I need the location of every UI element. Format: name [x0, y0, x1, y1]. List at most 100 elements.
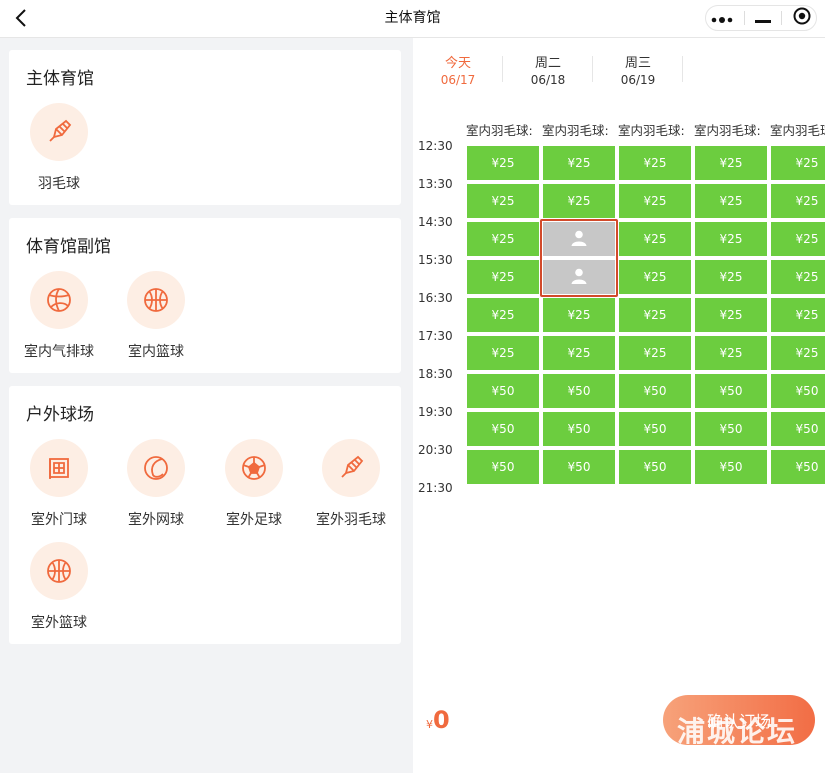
slot-available[interactable]: ¥25 — [619, 336, 691, 370]
slot-available[interactable]: ¥25 — [467, 260, 539, 294]
sport-label: 室外篮球 — [31, 615, 87, 631]
slot-available[interactable]: ¥50 — [695, 412, 767, 446]
day-week-label: 周三 — [624, 56, 651, 71]
slot-available[interactable]: ¥50 — [467, 412, 539, 446]
day-date-label: 06/19 — [620, 73, 656, 87]
person-icon — [570, 229, 588, 250]
slot-available[interactable]: ¥25 — [467, 184, 539, 218]
slot-available[interactable]: ¥50 — [771, 374, 825, 408]
slot-booked — [543, 222, 615, 256]
slot-available[interactable]: ¥25 — [619, 260, 691, 294]
venue-card-annex: 体育馆副馆 室内气排球 室内篮球 — [9, 218, 401, 373]
court-header: 室内羽毛球: — [618, 123, 685, 136]
sport-item-volleyball[interactable]: 室内气排球 — [11, 271, 107, 361]
basketball-icon — [127, 271, 185, 329]
slot-available[interactable]: ¥25 — [771, 336, 825, 370]
slot-available[interactable]: ¥25 — [771, 222, 825, 256]
time-label: 20:30 — [418, 443, 453, 457]
tab-day-1[interactable]: 周二 06/18 — [503, 52, 593, 87]
sport-item-basketball[interactable]: 室内篮球 — [108, 271, 204, 361]
slot-available[interactable]: ¥25 — [543, 336, 615, 370]
sport-item-outdoor-badminton[interactable]: 室外羽毛球 — [303, 439, 399, 529]
capsule-divider — [743, 11, 745, 25]
time-label: 13:30 — [418, 177, 453, 191]
slot-available[interactable]: ¥25 — [543, 146, 615, 180]
venue-title: 户外球场 — [26, 405, 94, 425]
slot-available[interactable]: ¥25 — [543, 184, 615, 218]
total-amount: 0 — [433, 706, 450, 734]
top-nav-bar: 主体育馆 — [0, 0, 825, 38]
time-label: 15:30 — [418, 253, 453, 267]
court-header: 室内羽毛球: — [542, 123, 609, 136]
badminton-icon — [322, 439, 380, 497]
court-header: 室内羽毛球: — [694, 123, 761, 136]
slot-available[interactable]: ¥25 — [771, 298, 825, 332]
slot-available[interactable]: ¥50 — [467, 374, 539, 408]
badminton-icon — [30, 103, 88, 161]
slot-available[interactable]: ¥50 — [695, 450, 767, 484]
sport-label: 室外门球 — [31, 512, 87, 528]
volleyball-icon — [30, 271, 88, 329]
slot-available[interactable]: ¥50 — [695, 374, 767, 408]
slot-available[interactable]: ¥50 — [467, 450, 539, 484]
time-label: 16:30 — [418, 291, 453, 305]
mini-program-capsule — [705, 5, 817, 31]
basketball-icon — [30, 542, 88, 600]
slot-available[interactable]: ¥25 — [695, 336, 767, 370]
sport-item-football[interactable]: 室外足球 — [206, 439, 302, 529]
slot-available[interactable]: ¥25 — [771, 260, 825, 294]
minimize-icon[interactable] — [754, 9, 771, 28]
time-label: 17:30 — [418, 329, 453, 343]
slot-available[interactable]: ¥25 — [619, 222, 691, 256]
sport-item-gateball[interactable]: 室外门球 — [11, 439, 107, 529]
time-label: 12:30 — [418, 139, 453, 153]
time-label: 18:30 — [418, 367, 453, 381]
slot-available[interactable]: ¥25 — [695, 222, 767, 256]
slot-available[interactable]: ¥25 — [619, 298, 691, 332]
sport-label: 室内篮球 — [128, 344, 184, 360]
slot-available[interactable]: ¥50 — [619, 450, 691, 484]
slot-available[interactable]: ¥25 — [695, 184, 767, 218]
venue-card-main: 主体育馆 羽毛球 — [9, 50, 401, 205]
slot-available[interactable]: ¥50 — [771, 412, 825, 446]
slot-available[interactable]: ¥50 — [543, 450, 615, 484]
slot-available[interactable]: ¥50 — [619, 412, 691, 446]
slot-available[interactable]: ¥25 — [467, 146, 539, 180]
day-week-label: 今天 — [444, 56, 471, 71]
slot-available[interactable]: ¥25 — [467, 298, 539, 332]
slot-available[interactable]: ¥25 — [771, 184, 825, 218]
football-icon — [225, 439, 283, 497]
tab-day-2[interactable]: 周三 06/19 — [593, 52, 683, 87]
slot-available[interactable]: ¥50 — [619, 374, 691, 408]
slot-available[interactable]: ¥50 — [771, 450, 825, 484]
slot-available[interactable]: ¥25 — [619, 184, 691, 218]
sport-item-badminton[interactable]: 羽毛球 — [11, 103, 107, 193]
court-header: 室内羽毛球 — [770, 123, 825, 136]
slot-available[interactable]: ¥25 — [695, 298, 767, 332]
slot-available[interactable]: ¥50 — [543, 374, 615, 408]
time-label: 21:30 — [418, 481, 453, 495]
venue-card-outdoor: 户外球场 室外门球 室外网球 室外足球 室外羽毛球 室外篮球 — [9, 386, 401, 644]
court-header-row: 室内羽毛球: 室内羽毛球: 室内羽毛球: 室内羽毛球: 室内羽毛球 — [466, 120, 825, 136]
date-tabs: 今天 06/17 周二 06/18 周三 06/19 — [413, 38, 825, 108]
day-date-label: 06/17 — [440, 73, 476, 87]
slot-available[interactable]: ¥50 — [543, 412, 615, 446]
day-date-label: 06/18 — [530, 73, 566, 87]
tab-day-0[interactable]: 今天 06/17 — [413, 52, 503, 87]
more-dots-icon[interactable] — [711, 9, 733, 28]
target-close-icon[interactable] — [793, 7, 811, 29]
slot-available[interactable]: ¥25 — [771, 146, 825, 180]
sport-item-tennis[interactable]: 室外网球 — [108, 439, 204, 529]
slot-available[interactable]: ¥25 — [695, 146, 767, 180]
tennis-icon — [127, 439, 185, 497]
sport-label: 室外足球 — [226, 512, 282, 528]
capsule-divider — [781, 11, 783, 25]
slot-available[interactable]: ¥25 — [619, 146, 691, 180]
slot-available[interactable]: ¥25 — [467, 222, 539, 256]
gateball-icon — [30, 439, 88, 497]
sport-item-outdoor-basketball[interactable]: 室外篮球 — [11, 542, 107, 632]
slot-available[interactable]: ¥25 — [467, 336, 539, 370]
venue-title: 主体育馆 — [26, 69, 94, 89]
slot-available[interactable]: ¥25 — [543, 298, 615, 332]
slot-available[interactable]: ¥25 — [695, 260, 767, 294]
